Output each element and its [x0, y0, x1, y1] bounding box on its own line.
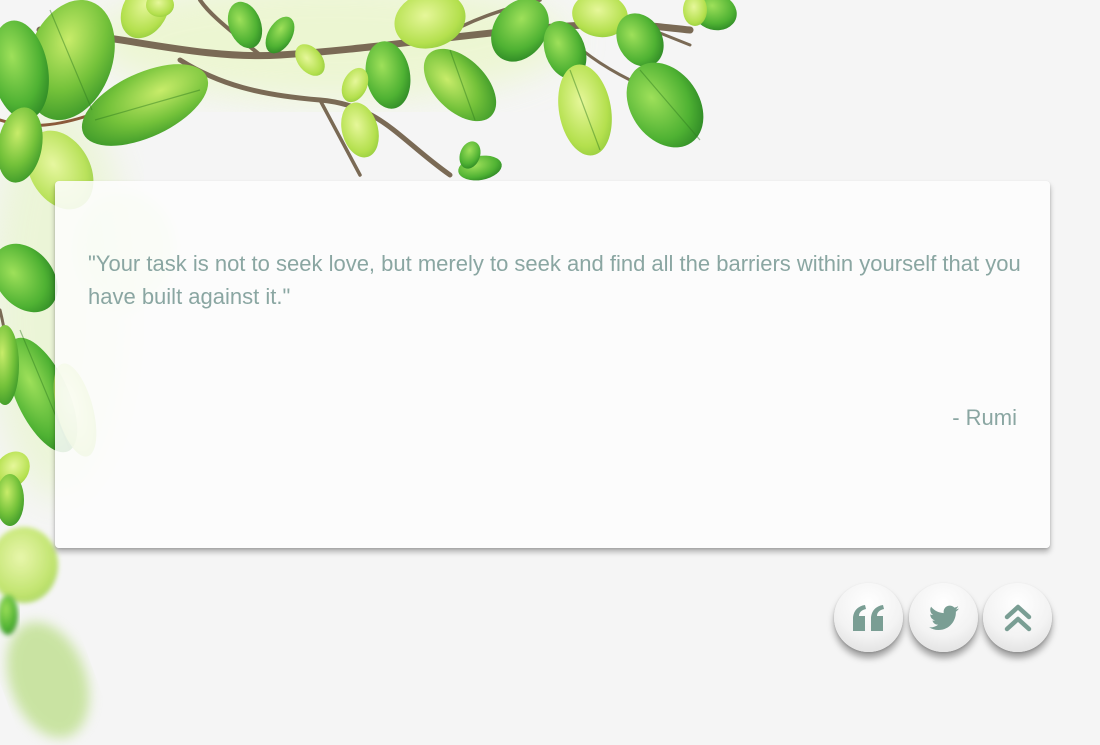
quote-author: - Rumi — [952, 405, 1017, 430]
twitter-icon — [928, 605, 959, 630]
quote-card: "Your task is not to seek love, but mere… — [55, 181, 1050, 548]
double-chevron-up-icon — [1004, 604, 1031, 631]
new-quote-button[interactable] — [834, 583, 903, 652]
tweet-button[interactable] — [909, 583, 978, 652]
scroll-top-button[interactable] — [983, 583, 1052, 652]
action-buttons — [834, 583, 1054, 655]
quote-text: "Your task is not to seek love, but mere… — [88, 251, 1021, 309]
quote-left-icon — [852, 604, 884, 631]
page: "Your task is not to seek love, but mere… — [0, 0, 1100, 745]
